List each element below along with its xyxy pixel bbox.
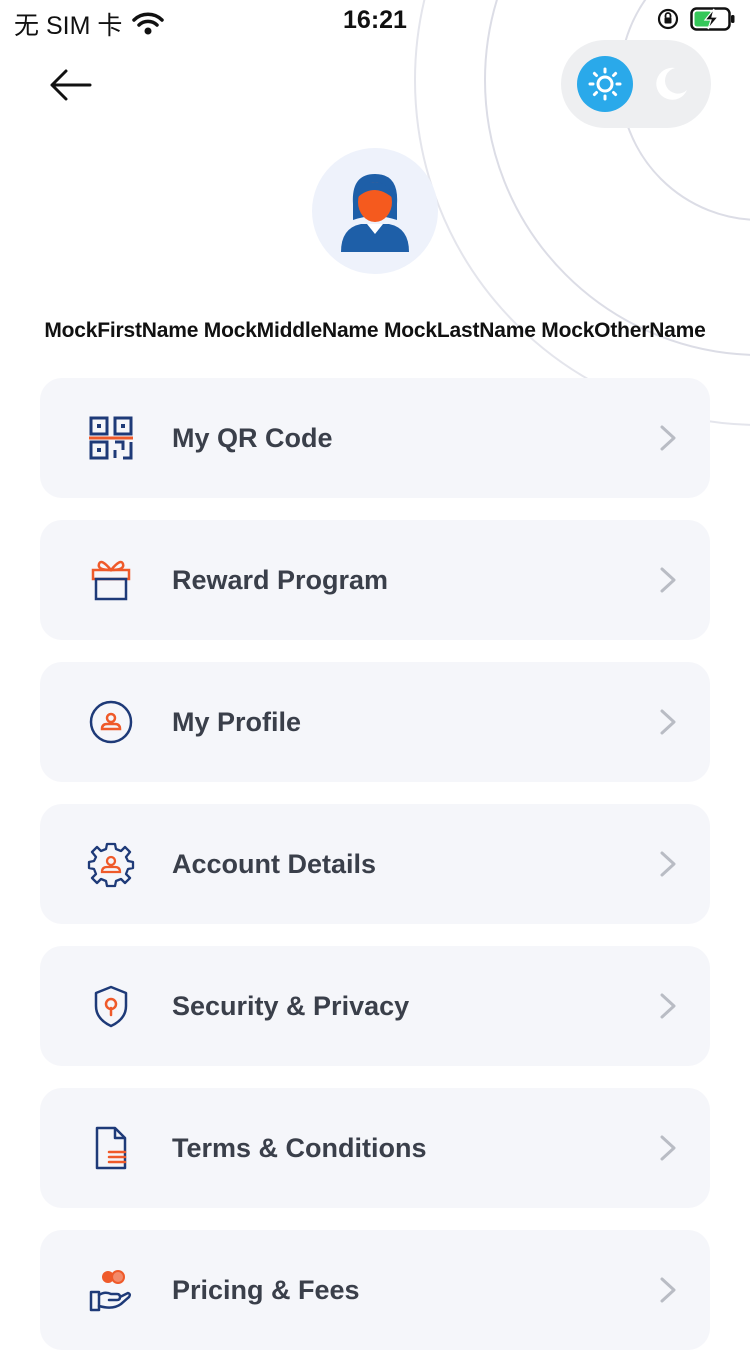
chevron-right-icon	[660, 567, 676, 593]
menu-item-security-privacy[interactable]: Security & Privacy	[40, 946, 710, 1066]
chevron-right-icon	[660, 1277, 676, 1303]
menu-item-reward-program[interactable]: Reward Program	[40, 520, 710, 640]
menu-item-label: Terms & Conditions	[172, 1133, 427, 1163]
status-right	[656, 6, 736, 32]
menu-item-my-profile[interactable]: My Profile	[40, 662, 710, 782]
chevron-right-icon	[660, 993, 676, 1019]
menu-item-label: Security & Privacy	[172, 991, 410, 1021]
avatar	[312, 148, 438, 274]
arrow-left-icon	[50, 69, 92, 101]
menu-item-label: Account Details	[172, 849, 377, 879]
person-avatar-icon	[341, 174, 409, 252]
theme-toggle[interactable]	[561, 40, 711, 128]
menu-item-label: My Profile	[172, 707, 302, 737]
chevron-right-icon	[660, 1135, 676, 1161]
document-icon	[84, 1121, 138, 1175]
battery-charging-icon	[690, 7, 735, 31]
status-bar: 无 SIM 卡 16:21	[0, 0, 750, 40]
user-circle-icon	[84, 695, 138, 749]
moon-icon	[656, 67, 687, 100]
menu-item-label: Pricing & Fees	[172, 1275, 360, 1305]
user-gear-icon	[84, 837, 138, 891]
coins-hand-icon	[84, 1263, 138, 1317]
qr-code-icon	[84, 411, 138, 465]
menu-item-account-details[interactable]: Account Details	[40, 804, 710, 924]
chevron-right-icon	[660, 709, 676, 735]
chevron-right-icon	[660, 425, 676, 451]
user-full-name: MockFirstName MockMiddleName MockLastNam…	[44, 319, 706, 342]
light-mode-button[interactable]	[577, 56, 633, 112]
dark-mode-button[interactable]	[643, 56, 699, 112]
status-time: 16:21	[343, 6, 407, 34]
gift-icon	[84, 553, 138, 607]
sun-icon	[588, 67, 622, 101]
shield-lock-icon	[84, 979, 138, 1033]
menu-item-my-qr-code[interactable]: My QR Code	[40, 378, 710, 498]
menu-item-label: My QR Code	[172, 423, 333, 453]
chevron-right-icon	[660, 851, 676, 877]
menu-item-label: Reward Program	[172, 565, 389, 595]
menu-item-pricing-fees[interactable]: Pricing & Fees	[40, 1230, 710, 1350]
orientation-lock-icon	[657, 8, 679, 30]
back-button[interactable]	[40, 60, 100, 110]
menu-item-terms-conditions[interactable]: Terms & Conditions	[40, 1088, 710, 1208]
